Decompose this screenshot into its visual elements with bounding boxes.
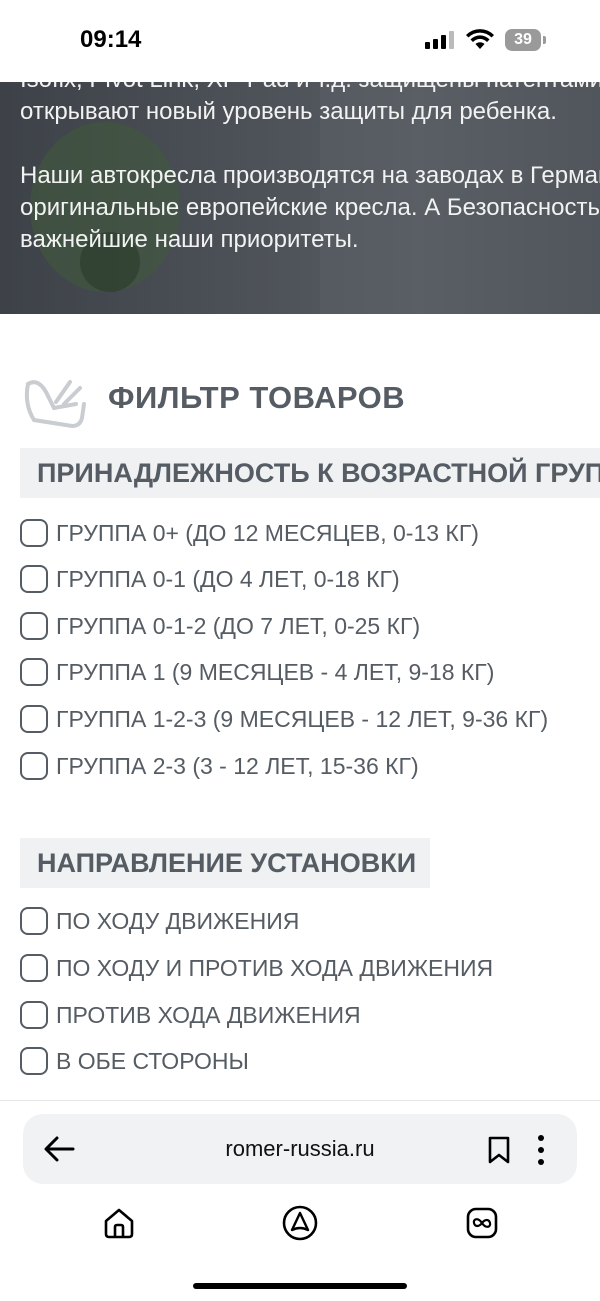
more-vertical-icon[interactable] xyxy=(536,1134,546,1166)
filter-option-label: ГРУППА 1-2-3 (9 МЕСЯЦЕВ - 12 ЛЕТ, 9-36 К… xyxy=(56,705,549,732)
filter-option[interactable]: В ОБЕ СТОРОНЫ xyxy=(20,1044,249,1078)
checkbox[interactable] xyxy=(20,752,48,780)
filter-option-label: ГРУППА 0-1-2 (ДО 7 ЛЕТ, 0-25 КГ) xyxy=(56,612,421,639)
filter-option[interactable]: ПРОТИВ ХОДА ДВИЖЕНИЯ xyxy=(20,998,361,1032)
age-group-heading-text: ПРИНАДЛЕЖНОСТЬ К ВОЗРАСТНОЙ ГРУППЕ xyxy=(37,458,600,488)
home-indicator xyxy=(193,1283,407,1289)
filter-option[interactable]: ГРУППА 1 (9 МЕСЯЦЕВ - 4 ЛЕТ, 9-18 КГ) xyxy=(20,655,494,689)
signal-icon xyxy=(425,31,457,49)
checkbox[interactable] xyxy=(20,1001,48,1029)
install-direction-heading: НАПРАВЛЕНИЕ УСТАНОВКИ xyxy=(20,838,430,888)
hero-banner: Isofix, Pivot Link, XP-Pad и т.д. защище… xyxy=(0,82,600,314)
filter-option[interactable]: ПО ХОДУ ДВИЖЕНИЯ xyxy=(20,904,299,938)
browser-toolbar: romer-russia.ru xyxy=(0,1100,600,1301)
wifi-icon xyxy=(466,29,494,49)
filter-option-label: ГРУППА 1 (9 МЕСЯЦЕВ - 4 ЛЕТ, 9-18 КГ) xyxy=(56,658,495,685)
hero-text: Isofix, Pivot Link, XP-Pad и т.д. защище… xyxy=(20,82,600,256)
battery-cap xyxy=(543,36,546,44)
tabs-icon[interactable] xyxy=(465,1206,499,1240)
status-bar: 09:14 39 xyxy=(0,0,600,82)
checkbox[interactable] xyxy=(20,907,48,935)
checkbox[interactable] xyxy=(20,565,48,593)
filter-option-label: ПО ХОДУ ДВИЖЕНИЯ xyxy=(56,907,300,934)
checkbox[interactable] xyxy=(20,519,48,547)
bookmark-icon[interactable] xyxy=(487,1136,511,1164)
checkbox[interactable] xyxy=(20,705,48,733)
hero-line: открывают новый уровень защиты для ребен… xyxy=(20,98,557,125)
checkbox[interactable] xyxy=(20,1047,48,1075)
filter-option[interactable]: ГРУППА 2-3 (3 - 12 ЛЕТ, 15-36 КГ) xyxy=(20,749,419,783)
checkbox[interactable] xyxy=(20,954,48,982)
filter-title: ФИЛЬТР ТОВАРОВ xyxy=(108,380,406,415)
hero-line: оригинальные европейские кресла. А Безоп… xyxy=(20,194,600,221)
filter-option[interactable]: ГРУППА 0+ (ДО 12 МЕСЯЦЕВ, 0-13 КГ) xyxy=(20,516,479,550)
alice-icon[interactable] xyxy=(281,1204,319,1242)
hero-line: Isofix, Pivot Link, XP-Pad и т.д. защище… xyxy=(20,82,600,96)
filter-option[interactable]: ПО ХОДУ И ПРОТИВ ХОДА ДВИЖЕНИЯ xyxy=(20,951,493,985)
filter-option-label: ПО ХОДУ И ПРОТИВ ХОДА ДВИЖЕНИЯ xyxy=(56,954,494,981)
car-seat-icon xyxy=(24,380,86,429)
battery-icon: 39 xyxy=(505,29,541,51)
checkbox[interactable] xyxy=(20,658,48,686)
age-group-heading: ПРИНАДЛЕЖНОСТЬ К ВОЗРАСТНОЙ ГРУППЕ xyxy=(20,448,600,498)
filter-option[interactable]: ГРУППА 0-1 (ДО 4 ЛЕТ, 0-18 КГ) xyxy=(20,562,400,596)
filter-option-label: ПРОТИВ ХОДА ДВИЖЕНИЯ xyxy=(56,1001,361,1028)
filter-option-label: В ОБЕ СТОРОНЫ xyxy=(56,1047,249,1074)
install-direction-heading-text: НАПРАВЛЕНИЕ УСТАНОВКИ xyxy=(37,848,417,878)
filter-option-label: ГРУППА 0+ (ДО 12 МЕСЯЦЕВ, 0-13 КГ) xyxy=(56,519,479,546)
filter-option-label: ГРУППА 2-3 (3 - 12 ЛЕТ, 15-36 КГ) xyxy=(56,752,419,779)
status-time: 09:14 xyxy=(80,26,142,53)
filter-option-label: ГРУППА 0-1 (ДО 4 ЛЕТ, 0-18 КГ) xyxy=(56,565,400,592)
hero-line: важнейшие наши приоритеты. xyxy=(20,226,359,253)
home-icon[interactable] xyxy=(102,1206,136,1240)
hero-line: Наши автокресла производятся на заводах … xyxy=(20,162,600,189)
address-bar[interactable]: romer-russia.ru xyxy=(23,1114,577,1184)
filter-option[interactable]: ГРУППА 1-2-3 (9 МЕСЯЦЕВ - 12 ЛЕТ, 9-36 К… xyxy=(20,702,548,736)
checkbox[interactable] xyxy=(20,612,48,640)
filter-option[interactable]: ГРУППА 0-1-2 (ДО 7 ЛЕТ, 0-25 КГ) xyxy=(20,609,420,643)
